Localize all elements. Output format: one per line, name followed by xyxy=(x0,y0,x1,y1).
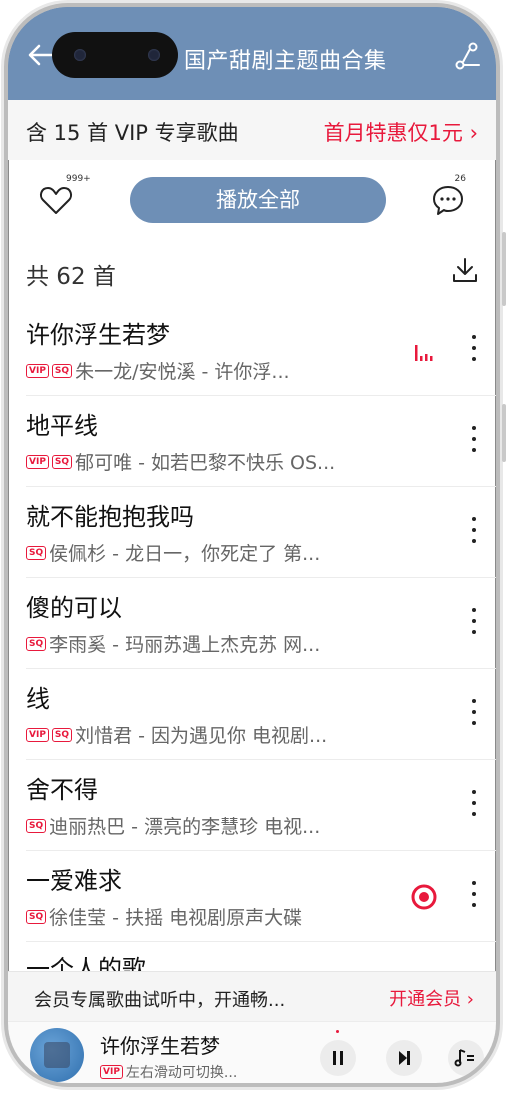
song-subtitle: VIP SQ 朱一龙/安悦溪 - 许你浮... xyxy=(26,357,290,384)
song-subtitle: SQ 李雨奚 - 玛丽苏遇上杰克苏 网... xyxy=(26,630,320,657)
song-row[interactable]: 傻的可以 SQ 李雨奚 - 玛丽苏遇上杰克苏 网... xyxy=(26,578,496,669)
more-options-icon[interactable] xyxy=(470,608,478,638)
pause-button[interactable] xyxy=(320,1040,356,1076)
song-list: 许你浮生若梦 VIP SQ 朱一龙/安悦溪 - 许你浮... 地平线 VIP S… xyxy=(8,305,496,942)
vip-tag: VIP xyxy=(26,454,49,469)
song-title: 就不能抱抱我吗 xyxy=(26,503,194,531)
song-artist-album: 李雨奚 - 玛丽苏遇上杰克苏 网... xyxy=(49,634,321,656)
next-button[interactable] xyxy=(386,1040,422,1076)
song-title: 舍不得 xyxy=(26,776,98,804)
song-subtitle: VIP SQ 郁可唯 - 如若巴黎不快乐 OS... xyxy=(26,448,335,475)
song-row[interactable]: 舍不得 SQ 迪丽热巴 - 漂亮的李慧珍 电视... xyxy=(26,760,496,851)
song-artist-album: 徐佳莹 - 扶摇 电视剧原声大碟 xyxy=(49,907,303,929)
record-icon[interactable] xyxy=(410,883,438,911)
pause-icon xyxy=(333,1051,343,1065)
song-subtitle: SQ 侯佩杉 - 龙日一，你死定了 第... xyxy=(26,539,320,566)
playlist-icon xyxy=(454,1049,474,1067)
header: 国产甜剧主题曲合集 xyxy=(8,7,496,100)
sq-tag: SQ xyxy=(51,363,73,378)
open-vip-link[interactable]: 开通会员 › xyxy=(389,985,474,1011)
comment-icon[interactable] xyxy=(430,182,466,218)
more-options-icon[interactable] xyxy=(470,790,478,820)
more-options-icon[interactable] xyxy=(470,699,478,729)
song-title: 许你浮生若梦 xyxy=(26,321,170,349)
page-title: 国产甜剧主题曲合集 xyxy=(184,49,387,74)
comment-count: 26 xyxy=(454,174,466,184)
progress-indicator xyxy=(336,1030,339,1033)
power-button xyxy=(502,404,506,462)
trial-text: 会员专属歌曲试听中，开通畅... xyxy=(34,990,286,1011)
vip-banner-text: 含 15 首 VIP 专享歌曲 xyxy=(26,121,239,145)
sq-tag: SQ xyxy=(26,818,47,833)
phone-screen: 国产甜剧主题曲合集 含 15 首 VIP 专享歌曲 首月特惠仅1元 › 999+… xyxy=(4,3,500,1087)
camera-cutout xyxy=(52,32,178,78)
song-artist-album: 迪丽热巴 - 漂亮的李慧珍 电视... xyxy=(49,816,321,838)
trial-bar: 会员专属歌曲试听中，开通畅... 开通会员 › xyxy=(8,971,496,1022)
vip-tag: VIP xyxy=(26,363,49,378)
more-options-icon[interactable] xyxy=(470,335,478,365)
volume-button xyxy=(502,232,506,306)
download-icon[interactable] xyxy=(450,255,480,285)
play-all-button[interactable]: 播放全部 xyxy=(130,177,386,223)
sq-tag: SQ xyxy=(26,545,47,560)
player-hint: 左右滑动可切换... xyxy=(125,1065,238,1081)
sq-tag: SQ xyxy=(26,636,47,651)
song-row[interactable]: 就不能抱抱我吗 SQ 侯佩杉 - 龙日一，你死定了 第... xyxy=(26,487,496,578)
song-row[interactable]: 许你浮生若梦 VIP SQ 朱一龙/安悦溪 - 许你浮... xyxy=(26,305,496,396)
action-bar: 999+ 播放全部 26 xyxy=(8,160,496,244)
song-title: 线 xyxy=(26,685,50,713)
now-playing-icon xyxy=(415,345,433,361)
share-icon[interactable] xyxy=(452,41,482,71)
song-artist-album: 刘惜君 - 因为遇见你 电视剧... xyxy=(75,725,328,747)
song-row[interactable]: 线 VIP SQ 刘惜君 - 因为遇见你 电视剧... xyxy=(26,669,496,760)
song-title: 一爱难求 xyxy=(26,867,122,895)
song-subtitle: VIP SQ 刘惜君 - 因为遇见你 电视剧... xyxy=(26,721,327,748)
sq-tag: SQ xyxy=(51,454,73,469)
song-artist-album: 郁可唯 - 如若巴黎不快乐 OS... xyxy=(75,452,336,474)
next-track-icon xyxy=(399,1051,410,1065)
player-song-title: 许你浮生若梦 xyxy=(100,1034,220,1058)
song-title: 傻的可以 xyxy=(26,594,122,622)
vip-tag: VIP xyxy=(100,1065,123,1079)
more-options-icon[interactable] xyxy=(470,517,478,547)
heart-icon[interactable] xyxy=(38,182,74,218)
song-count: 共 62 首 xyxy=(26,264,116,290)
more-options-icon[interactable] xyxy=(470,426,478,456)
vip-offer-link[interactable]: 首月特惠仅1元 › xyxy=(324,117,478,147)
album-cover[interactable] xyxy=(30,1028,84,1082)
sq-tag: SQ xyxy=(51,727,73,742)
song-row[interactable]: 地平线 VIP SQ 郁可唯 - 如若巴黎不快乐 OS... xyxy=(26,396,496,487)
sq-tag: SQ xyxy=(26,909,47,924)
song-row[interactable]: 一爱难求 SQ 徐佳莹 - 扶摇 电视剧原声大碟 xyxy=(26,851,496,942)
vip-tag: VIP xyxy=(26,727,49,742)
playlist-button[interactable] xyxy=(448,1040,484,1076)
more-options-icon[interactable] xyxy=(470,881,478,911)
mini-player[interactable]: 许你浮生若梦 VIP 左右滑动可切换... xyxy=(8,1021,496,1083)
song-artist-album: 朱一龙/安悦溪 - 许你浮... xyxy=(75,361,290,383)
song-subtitle: SQ 迪丽热巴 - 漂亮的李慧珍 电视... xyxy=(26,812,320,839)
song-title: 地平线 xyxy=(26,412,98,440)
like-count: 999+ xyxy=(66,174,91,184)
song-artist-album: 侯佩杉 - 龙日一，你死定了 第... xyxy=(49,543,321,565)
vip-banner[interactable]: 含 15 首 VIP 专享歌曲 首月特惠仅1元 › xyxy=(8,100,496,160)
song-subtitle: SQ 徐佳莹 - 扶摇 电视剧原声大碟 xyxy=(26,903,302,930)
player-subtitle: VIP 左右滑动可切换... xyxy=(100,1062,237,1082)
